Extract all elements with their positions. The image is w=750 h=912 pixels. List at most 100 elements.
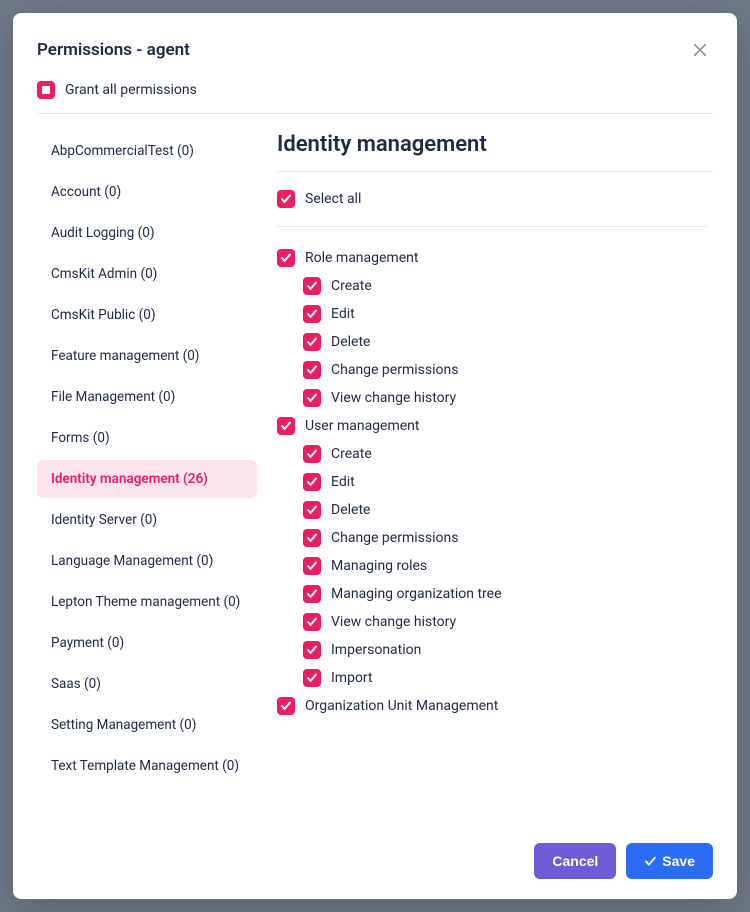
- permission-item: Create: [303, 445, 707, 463]
- modal-body: AbpCommercialTest (0)Account (0)Audit Lo…: [37, 132, 713, 813]
- permission-label: Managing roles: [331, 558, 427, 574]
- permission-label: Change permissions: [331, 530, 458, 546]
- check-icon: [280, 193, 292, 205]
- select-all-row: Select all: [277, 190, 707, 227]
- permission-item: Managing roles: [303, 557, 707, 575]
- permission-label: Delete: [331, 334, 370, 350]
- permission-group-label: Role management: [305, 250, 418, 266]
- permission-label: Edit: [331, 306, 355, 322]
- check-icon: [280, 700, 292, 712]
- select-all-checkbox[interactable]: [277, 190, 295, 208]
- check-icon: [306, 644, 318, 656]
- check-icon: [306, 616, 318, 628]
- permission-checkbox[interactable]: [303, 641, 321, 659]
- check-icon: [306, 588, 318, 600]
- permission-checkbox[interactable]: [303, 445, 321, 463]
- close-icon: [691, 41, 709, 59]
- permission-checkbox[interactable]: [303, 277, 321, 295]
- permission-item: Impersonation: [303, 641, 707, 659]
- permission-group-checkbox[interactable]: [277, 697, 295, 715]
- permission-checkbox[interactable]: [303, 613, 321, 631]
- category-sidebar: AbpCommercialTest (0)Account (0)Audit Lo…: [37, 132, 257, 813]
- check-icon: [644, 855, 657, 868]
- sidebar-item[interactable]: Account (0): [37, 173, 257, 211]
- permission-item: Import: [303, 669, 707, 687]
- permission-label: Edit: [331, 474, 355, 490]
- permission-group: User management Create Edit Delete Change pe…: [277, 417, 707, 687]
- permission-label: Create: [331, 446, 372, 462]
- permission-checkbox[interactable]: [303, 557, 321, 575]
- permission-label: View change history: [331, 614, 456, 630]
- permission-label: Delete: [331, 502, 370, 518]
- grant-all-label: Grant all permissions: [65, 82, 197, 98]
- select-all-label: Select all: [305, 191, 361, 207]
- sidebar-item[interactable]: Lepton Theme management (0): [37, 583, 257, 621]
- check-icon: [306, 336, 318, 348]
- sidebar-item[interactable]: Identity management (26): [37, 460, 257, 498]
- permission-item: View change history: [303, 389, 707, 407]
- grant-all-row: Grant all permissions: [37, 81, 713, 114]
- sidebar-item[interactable]: CmsKit Admin (0): [37, 255, 257, 293]
- sidebar-item[interactable]: Language Management (0): [37, 542, 257, 580]
- permission-checkbox[interactable]: [303, 669, 321, 687]
- sidebar-item[interactable]: Forms (0): [37, 419, 257, 457]
- modal-title: Permissions - agent: [37, 40, 190, 60]
- permission-checkbox[interactable]: [303, 585, 321, 603]
- save-button[interactable]: Save: [626, 843, 713, 879]
- check-icon: [306, 672, 318, 684]
- permission-item: Managing organization tree: [303, 585, 707, 603]
- permissions-modal: Permissions - agent Grant all permission…: [13, 13, 737, 899]
- permission-group-label: User management: [305, 418, 419, 434]
- check-icon: [306, 560, 318, 572]
- check-icon: [306, 532, 318, 544]
- permission-checkbox[interactable]: [303, 389, 321, 407]
- sidebar-item[interactable]: File Management (0): [37, 378, 257, 416]
- check-icon: [306, 364, 318, 376]
- permission-group-label: Organization Unit Management: [305, 698, 498, 714]
- permission-item: Delete: [303, 501, 707, 519]
- permission-checkbox[interactable]: [303, 305, 321, 323]
- permission-group-header: User management: [277, 417, 707, 435]
- check-icon: [306, 448, 318, 460]
- sidebar-item[interactable]: Setting Management (0): [37, 706, 257, 744]
- permission-checkbox[interactable]: [303, 501, 321, 519]
- cancel-label: Cancel: [552, 853, 598, 869]
- sidebar-item[interactable]: Feature management (0): [37, 337, 257, 375]
- check-icon: [306, 476, 318, 488]
- permission-label: Create: [331, 278, 372, 294]
- modal-footer: Cancel Save: [37, 813, 713, 879]
- permission-item: Edit: [303, 305, 707, 323]
- permission-item: Change permissions: [303, 361, 707, 379]
- close-button[interactable]: [687, 37, 713, 63]
- sidebar-item[interactable]: Text Template Management (0): [37, 747, 257, 785]
- sidebar-item[interactable]: Payment (0): [37, 624, 257, 662]
- section-title: Identity management: [277, 132, 713, 172]
- permission-checkbox[interactable]: [303, 529, 321, 547]
- sidebar-item[interactable]: AbpCommercialTest (0): [37, 132, 257, 170]
- check-icon: [306, 504, 318, 516]
- grant-all-checkbox[interactable]: [37, 81, 55, 99]
- permission-item: View change history: [303, 613, 707, 631]
- permission-group-header: Organization Unit Management: [277, 697, 707, 715]
- check-icon: [280, 252, 292, 264]
- permission-item: Change permissions: [303, 529, 707, 547]
- check-icon: [306, 280, 318, 292]
- permission-children: Create Edit Delete Change permissions View c…: [303, 277, 707, 407]
- sidebar-item[interactable]: Audit Logging (0): [37, 214, 257, 252]
- cancel-button[interactable]: Cancel: [534, 843, 616, 879]
- check-icon: [280, 420, 292, 432]
- permissions-scroll[interactable]: Select all Role management Create Edit Dele…: [277, 190, 713, 813]
- permission-group: Role management Create Edit Delete Change pe…: [277, 249, 707, 407]
- permission-label: Impersonation: [331, 642, 421, 658]
- permission-group-checkbox[interactable]: [277, 417, 295, 435]
- permission-group-checkbox[interactable]: [277, 249, 295, 267]
- sidebar-item[interactable]: Identity Server (0): [37, 501, 257, 539]
- sidebar-item[interactable]: CmsKit Public (0): [37, 296, 257, 334]
- sidebar-item[interactable]: Saas (0): [37, 665, 257, 703]
- permission-label: Import: [331, 670, 373, 686]
- permission-label: View change history: [331, 390, 456, 406]
- permission-checkbox[interactable]: [303, 361, 321, 379]
- permission-checkbox[interactable]: [303, 473, 321, 491]
- permission-checkbox[interactable]: [303, 333, 321, 351]
- permission-label: Change permissions: [331, 362, 458, 378]
